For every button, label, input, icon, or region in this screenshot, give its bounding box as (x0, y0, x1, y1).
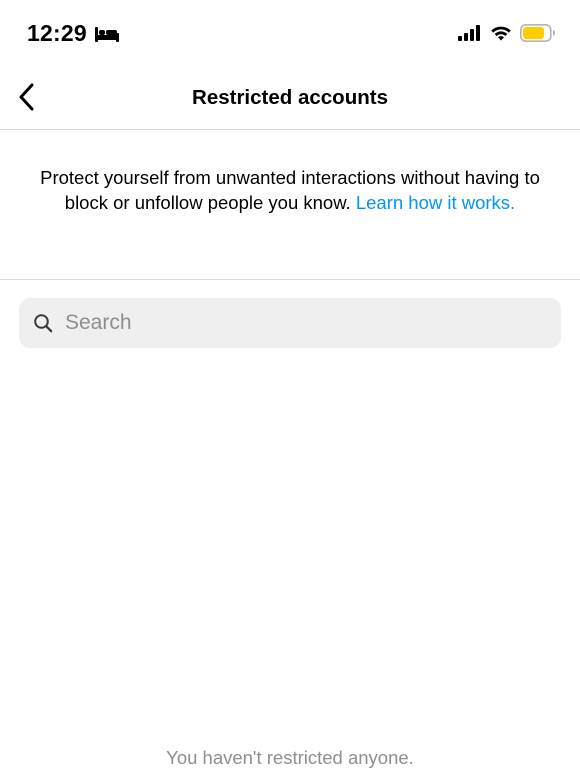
status-bar: 12:29 (0, 0, 580, 70)
empty-state-message: You haven't restricted anyone. (166, 747, 414, 768)
learn-how-link[interactable]: Learn how it works. (356, 192, 515, 213)
info-section: Protect yourself from unwanted interacti… (0, 130, 580, 280)
search-input[interactable] (63, 310, 537, 336)
status-time: 12:29 (27, 20, 120, 47)
bed-icon (94, 26, 119, 42)
page-title: Restricted accounts (192, 86, 388, 109)
signal-icon (458, 25, 480, 41)
info-text: Protect yourself from unwanted interacti… (40, 165, 540, 215)
search-icon (34, 314, 53, 333)
wifi-icon (491, 26, 511, 41)
status-icons (458, 24, 556, 42)
time-label: 12:29 (27, 20, 87, 46)
battery-icon (520, 24, 555, 42)
nav-bar: Restricted accounts (0, 70, 580, 130)
search-bar[interactable] (19, 298, 561, 348)
